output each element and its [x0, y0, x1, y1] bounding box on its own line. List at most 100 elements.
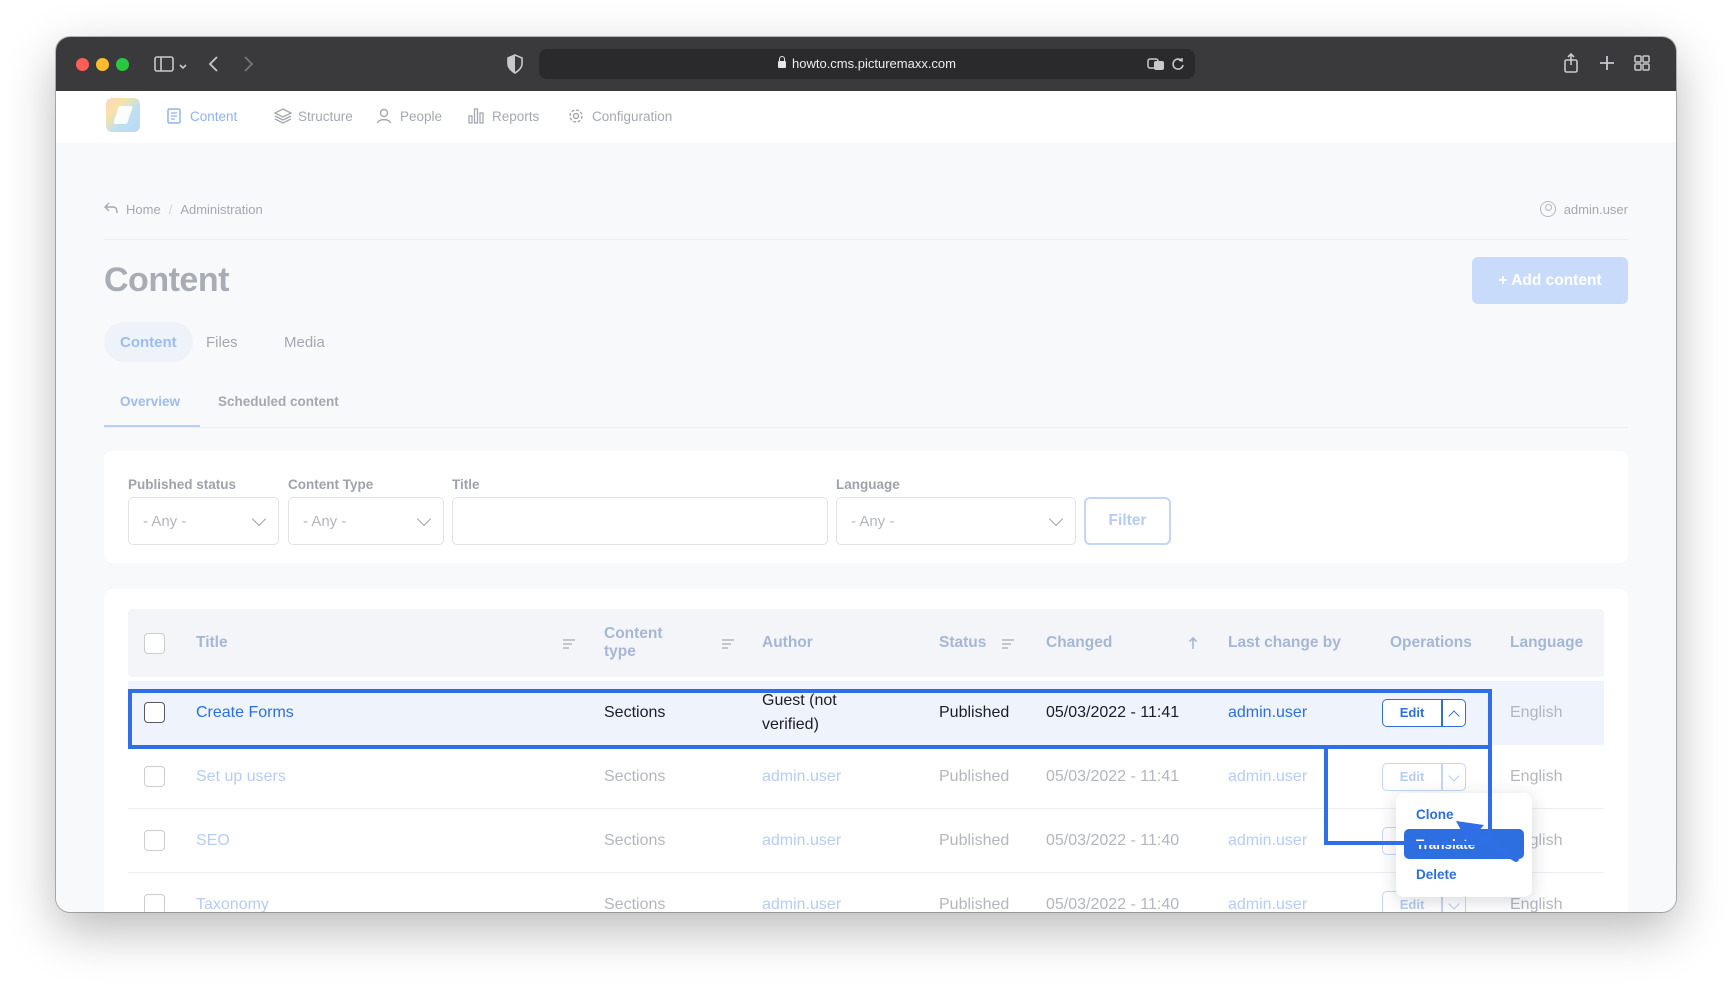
- header-language: Language: [1510, 634, 1584, 651]
- row-changed: 05/03/2022 - 11:40: [1046, 832, 1180, 849]
- address-bar[interactable]: howto.cms.picturemaxx.com: [539, 49, 1195, 79]
- subtab-overview[interactable]: Overview: [120, 394, 180, 409]
- gear-icon: [568, 108, 584, 124]
- tab-overview-icon[interactable]: [1634, 55, 1650, 74]
- sidebar-toggle-icon[interactable]: [154, 55, 174, 76]
- row-title-link[interactable]: Set up users: [196, 765, 286, 789]
- nav-item-people[interactable]: People: [376, 108, 442, 124]
- row-language: English: [1510, 768, 1563, 785]
- row-content-type: Sections: [604, 896, 666, 912]
- select-all-checkbox[interactable]: [144, 633, 165, 654]
- row-status: Published: [939, 896, 1010, 912]
- published-status-label: Published status: [128, 477, 237, 492]
- header-status[interactable]: Status: [939, 634, 986, 652]
- divider: [104, 427, 1628, 428]
- back-icon[interactable]: [208, 55, 220, 76]
- nav-item-configuration[interactable]: Configuration: [568, 108, 672, 124]
- browser-titlebar: howto.cms.picturemaxx.com: [56, 37, 1676, 91]
- nav-item-reports[interactable]: Reports: [468, 108, 539, 124]
- user-circle-icon: [1539, 201, 1556, 217]
- row-title-link[interactable]: Taxonomy: [196, 893, 269, 912]
- header-changed[interactable]: Changed: [1046, 634, 1112, 652]
- header-content-type[interactable]: Content type: [604, 625, 694, 661]
- table-header: Title Content type Author Status Changed…: [128, 609, 1604, 677]
- row-language: English: [1510, 704, 1563, 721]
- top-navigation: Content Structure People Reports Configu…: [56, 91, 1676, 143]
- tab-content[interactable]: Content: [104, 322, 193, 362]
- row-title-link[interactable]: SEO: [196, 829, 230, 853]
- forward-icon[interactable]: [242, 55, 254, 76]
- chevron-down-icon[interactable]: [1448, 898, 1460, 910]
- row-last-change-by-link[interactable]: admin.user: [1228, 893, 1307, 912]
- row-checkbox[interactable]: [144, 894, 165, 912]
- minimize-window-button[interactable]: [96, 58, 109, 71]
- lock-icon: [778, 56, 786, 68]
- header-author[interactable]: Author: [762, 634, 813, 652]
- nav-item-label: Reports: [492, 108, 540, 124]
- chevron-down-icon: [1048, 511, 1064, 527]
- sort-ascending-icon[interactable]: [1188, 636, 1198, 650]
- nav-item-label: Structure: [298, 108, 353, 124]
- pointer-arrow-icon: [1456, 821, 1519, 862]
- row-last-change-by-link[interactable]: admin.user: [1228, 765, 1307, 789]
- header-title[interactable]: Title: [196, 634, 228, 652]
- language-select[interactable]: - Any -: [836, 497, 1076, 545]
- row-author-link[interactable]: admin.user: [762, 893, 841, 912]
- nav-item-content[interactable]: Content: [166, 108, 237, 124]
- row-checkbox[interactable]: [144, 766, 165, 787]
- close-window-button[interactable]: [76, 58, 89, 71]
- select-value: - Any -: [303, 512, 347, 530]
- divider: [104, 239, 1628, 240]
- chevron-down-icon: [416, 511, 432, 527]
- header-last-change-by[interactable]: Last change by: [1228, 634, 1341, 652]
- privacy-shield-icon[interactable]: [507, 54, 523, 77]
- breadcrumb-separator: /: [168, 202, 173, 217]
- nav-item-structure[interactable]: Structure: [273, 108, 353, 124]
- tab-media[interactable]: Media: [268, 322, 341, 362]
- nav-item-label: Content: [190, 108, 238, 124]
- chevron-down-icon[interactable]: [178, 57, 188, 75]
- document-icon: [166, 108, 182, 124]
- sort-icon[interactable]: [563, 639, 575, 649]
- page-title: Content: [104, 261, 229, 299]
- published-status-select[interactable]: - Any -: [128, 497, 279, 545]
- user-menu[interactable]: admin.user: [1539, 201, 1628, 217]
- breadcrumb-home-link[interactable]: Home: [126, 202, 161, 217]
- content-type-label: Content Type: [288, 477, 374, 492]
- filter-button[interactable]: Filter: [1084, 497, 1171, 545]
- app-logo[interactable]: [106, 98, 140, 132]
- reload-icon[interactable]: [1171, 56, 1185, 75]
- content-type-select[interactable]: - Any -: [288, 497, 444, 545]
- user-name: admin.user: [1563, 201, 1628, 217]
- add-content-button[interactable]: + Add content: [1472, 257, 1628, 304]
- new-tab-icon[interactable]: [1599, 55, 1615, 74]
- sort-icon[interactable]: [722, 639, 734, 649]
- row-changed: 05/03/2022 - 11:40: [1046, 896, 1180, 912]
- row-changed: 05/03/2022 - 11:41: [1046, 768, 1180, 785]
- sort-icon[interactable]: [1002, 639, 1014, 649]
- title-filter-input[interactable]: [452, 497, 828, 545]
- language-filter-label: Language: [836, 477, 900, 492]
- row-author-link[interactable]: admin.user: [762, 765, 841, 789]
- filter-panel: Published status - Any - Content Type - …: [104, 451, 1628, 563]
- select-value: - Any -: [143, 512, 187, 530]
- translate-icon[interactable]: [1147, 56, 1165, 75]
- edit-button[interactable]: Edit: [1383, 897, 1441, 912]
- title-filter-label: Title: [452, 477, 480, 492]
- person-icon: [376, 108, 392, 124]
- cms-app: Content Structure People Reports Configu…: [56, 91, 1676, 912]
- row-content-type: Sections: [604, 832, 666, 849]
- highlight-row-box: [128, 689, 1492, 749]
- row-checkbox[interactable]: [144, 830, 165, 851]
- row-author-link[interactable]: admin.user: [762, 829, 841, 853]
- row-status: Published: [939, 832, 1010, 849]
- tab-files[interactable]: Files: [190, 322, 254, 362]
- table-row: Taxonomy Sections admin.user Published 0…: [128, 873, 1604, 912]
- breadcrumb-current[interactable]: Administration: [180, 202, 262, 217]
- row-content-type: Sections: [604, 768, 666, 785]
- row-last-change-by-link[interactable]: admin.user: [1228, 829, 1307, 853]
- subtab-scheduled-content[interactable]: Scheduled content: [218, 394, 339, 409]
- maximize-window-button[interactable]: [116, 58, 129, 71]
- layers-icon: [273, 108, 293, 124]
- share-icon[interactable]: [1563, 52, 1579, 77]
